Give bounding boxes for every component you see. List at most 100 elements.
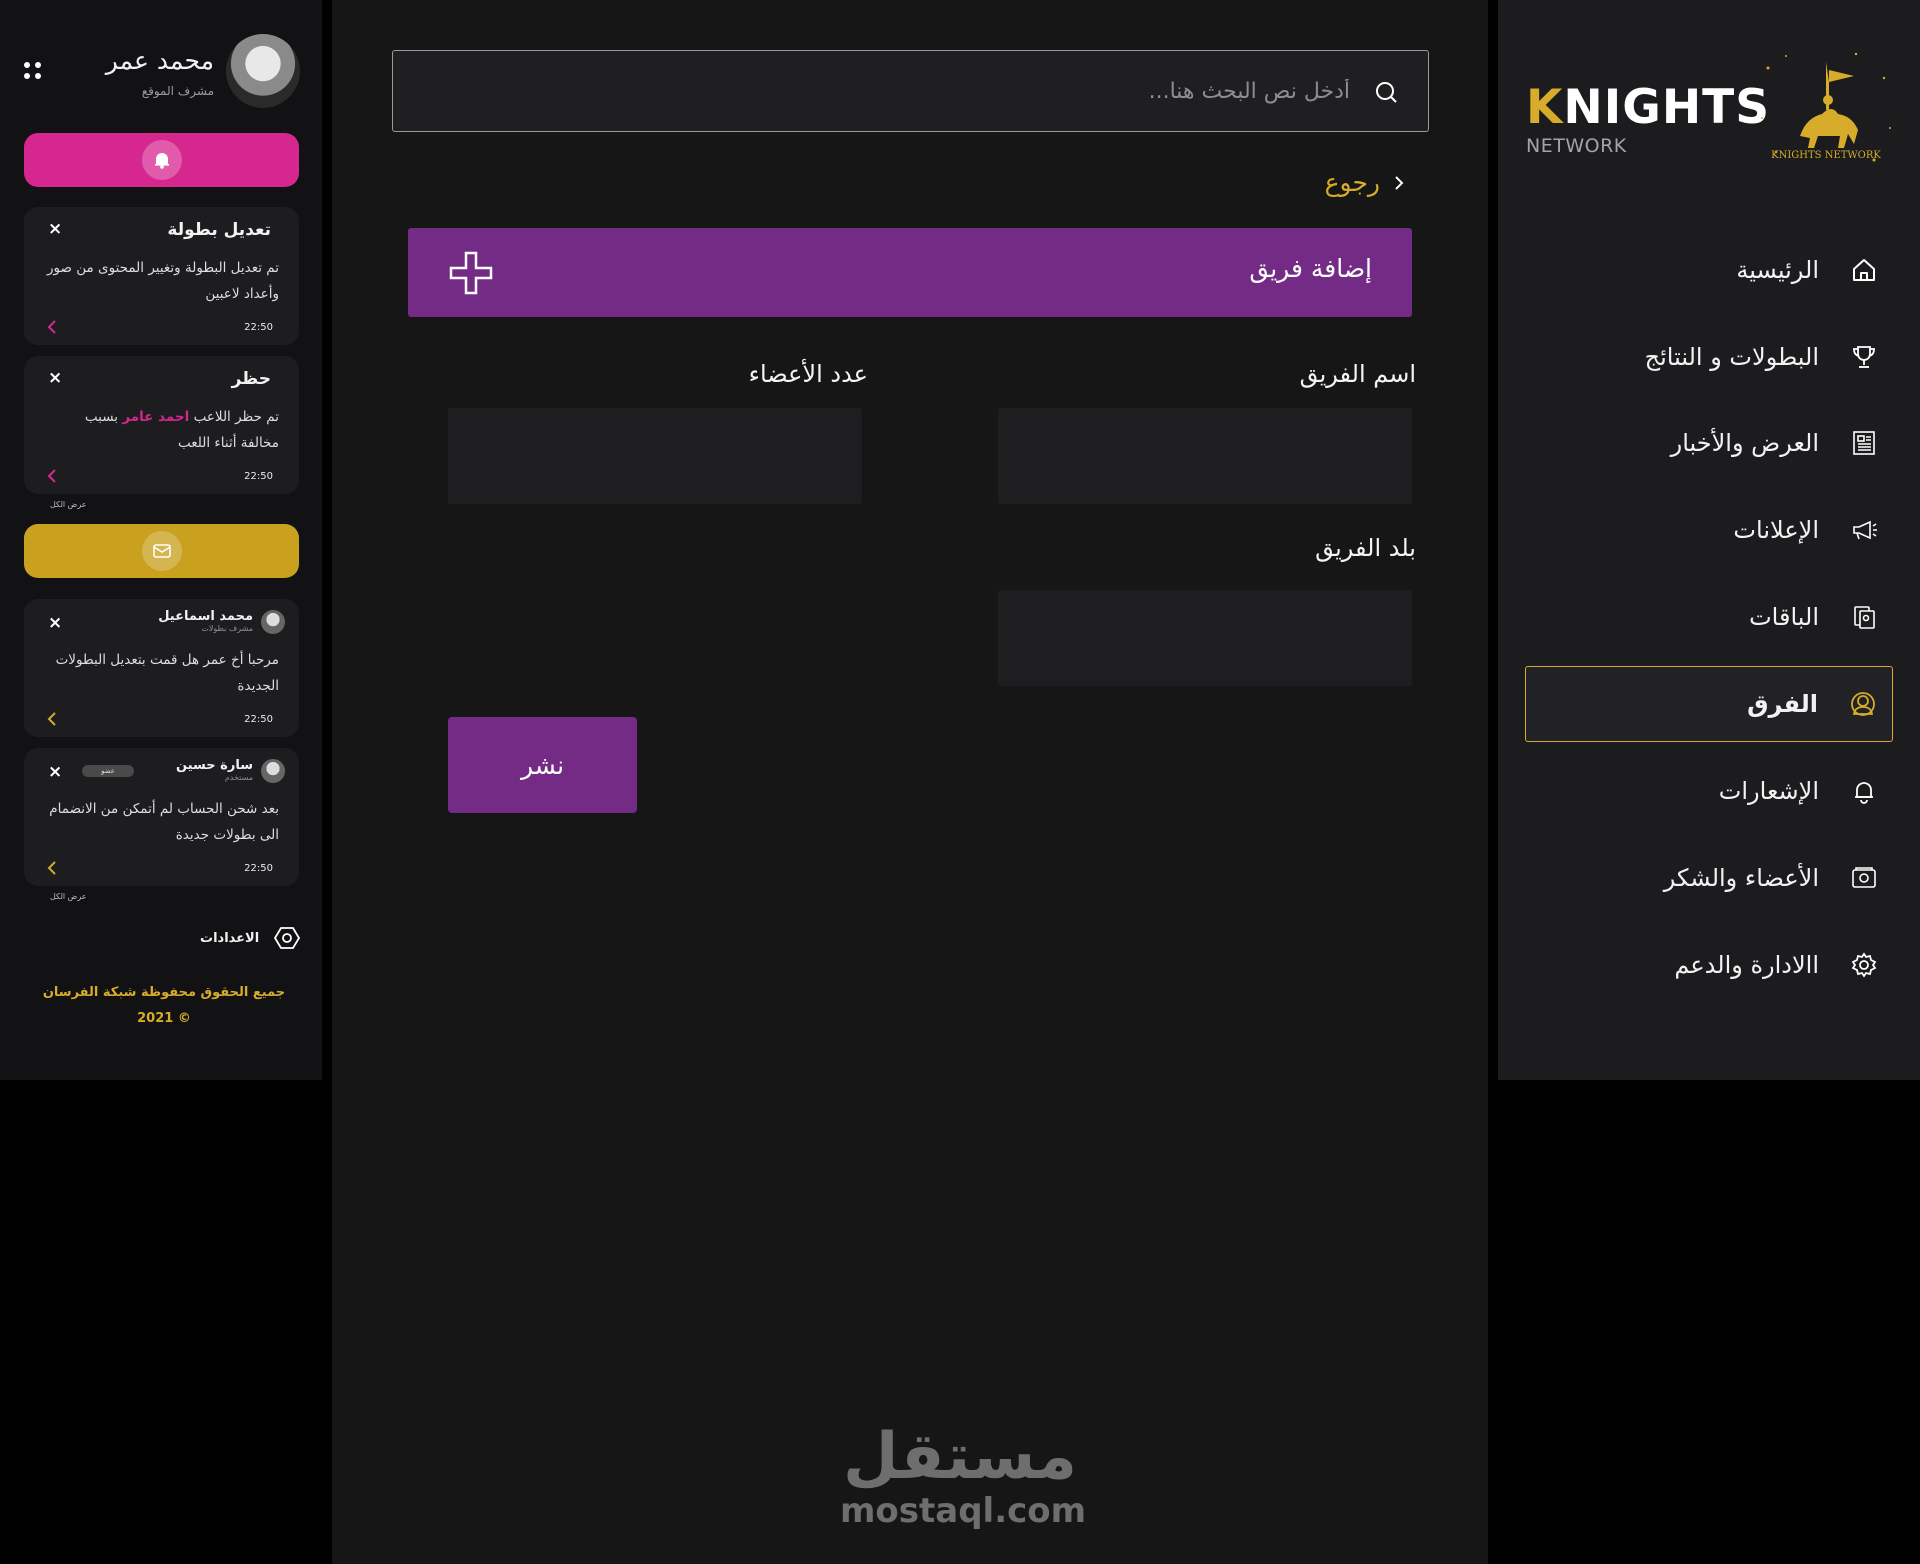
nav-item-teams[interactable]: الفرق <box>1525 666 1893 742</box>
user-role: مشرف الموقع <box>141 84 214 98</box>
right-navigation-panel: KNIGHTS NETWORK KNIGHTS NETWORK الرئيسية… <box>1498 0 1920 1080</box>
notification-time: 22:50 <box>244 471 273 482</box>
copyright-line: جميع الحقوق محفوظة شبكة الفرسان <box>42 985 286 1000</box>
message-time: 22:50 <box>244 714 273 725</box>
trophy-icon <box>1849 342 1879 372</box>
knight-emblem-icon: KNIGHTS NETWORK <box>1761 52 1891 162</box>
notification-time: 22:50 <box>244 322 273 333</box>
nav-item-home[interactable]: الرئيسية <box>1525 232 1893 308</box>
chevron-left-icon[interactable] <box>46 319 58 335</box>
nav-label: البطولات و النتائج <box>1644 343 1819 371</box>
nav-item-admin-support[interactable]: االادارة والدعم <box>1525 927 1893 1003</box>
close-icon[interactable]: × <box>48 219 62 239</box>
close-icon[interactable]: × <box>48 368 62 388</box>
watermark: مستقل mostaql.com <box>840 1420 1086 1531</box>
view-all-messages-link[interactable]: عرض الكل <box>50 892 87 901</box>
nav-item-members[interactable]: الأعضاء والشكر <box>1525 840 1893 916</box>
user-tag-badge: عضو <box>82 765 134 777</box>
notification-title: تعديل بطولة <box>167 220 271 240</box>
brand-logo[interactable]: KNIGHTS NETWORK <box>1526 84 1770 157</box>
nav-label: الرئيسية <box>1736 256 1819 284</box>
copyright: جميع الحقوق محفوظة شبكة الفرسان © 2021 <box>36 980 292 1032</box>
watermark-arabic: مستقل <box>842 1420 1078 1494</box>
home-icon <box>1849 255 1879 285</box>
team-name-label: اسم الفريق <box>1299 360 1416 388</box>
gear-icon <box>1849 950 1879 980</box>
team-country-input[interactable] <box>998 590 1412 686</box>
left-activity-panel: محمد عمر مشرف الموقع تعديل بطولة × تم تع… <box>0 0 322 1080</box>
publish-button[interactable]: نشر <box>448 717 637 813</box>
members-count-input[interactable] <box>448 408 862 504</box>
bell-icon <box>1849 776 1879 806</box>
nav-label: العرض والأخبار <box>1670 429 1819 457</box>
copyright-year: © 2021 <box>137 1011 191 1026</box>
menu-dots-icon[interactable] <box>24 62 42 80</box>
members-icon <box>1849 863 1879 893</box>
user-name: محمد عمر <box>105 46 214 75</box>
sender-avatar <box>261 609 285 634</box>
notifications-button[interactable] <box>24 133 299 187</box>
sender-role: مشرف بطولات <box>201 624 253 633</box>
sender-name: سارة حسين <box>176 758 253 773</box>
notification-card: حظر × تم حظر اللاعب احمد عامر بسبب مخالف… <box>24 356 299 494</box>
banned-player-name[interactable]: احمد عامر <box>122 409 189 425</box>
settings-hexagon-icon <box>274 927 301 949</box>
nav-label: الفرق <box>1747 690 1818 718</box>
message-sender: محمد اسماعيل مشرف بطولات <box>158 609 285 634</box>
package-icon <box>1849 602 1879 632</box>
message-card: سارة حسين مستخدم عضو × بعد شحن الحساب لم… <box>24 748 299 886</box>
nav-label: الإشعارات <box>1718 777 1819 805</box>
add-team-banner: إضافة فريق <box>408 228 1412 317</box>
nav-item-ads[interactable]: الإعلانات <box>1525 492 1893 568</box>
search-icon[interactable] <box>1372 78 1400 106</box>
notification-card: تعديل بطولة × تم تعديل البطولة وتغيير ال… <box>24 207 299 345</box>
svg-text:KNIGHTS NETWORK: KNIGHTS NETWORK <box>1771 150 1881 161</box>
nav-label: الإعلانات <box>1733 516 1819 544</box>
settings-label: الاعدادات <box>200 930 260 946</box>
plus-icon[interactable] <box>448 250 494 296</box>
chevron-left-icon[interactable] <box>46 860 58 876</box>
nav-item-news[interactable]: العرض والأخبار <box>1525 405 1893 481</box>
main-content: رجوع إضافة فريق اسم الفريق عدد الأعضاء ب… <box>332 0 1488 1564</box>
nav-label: الأعضاء والشكر <box>1663 864 1819 892</box>
settings-link[interactable]: الاعدادات <box>200 924 301 952</box>
nav-item-notifications[interactable]: الإشعارات <box>1525 753 1893 829</box>
message-time: 22:50 <box>244 863 273 874</box>
messages-button[interactable] <box>24 524 299 578</box>
back-link[interactable]: رجوع <box>1325 168 1406 197</box>
nav-item-tournaments[interactable]: البطولات و النتائج <box>1525 319 1893 395</box>
chevron-left-icon[interactable] <box>46 711 58 727</box>
team-icon <box>1848 689 1878 719</box>
nav-label: االادارة والدعم <box>1674 951 1819 979</box>
team-name-input[interactable] <box>998 408 1412 504</box>
message-card: محمد اسماعيل مشرف بطولات × مرحبا أخ عمر … <box>24 599 299 737</box>
members-count-label: عدد الأعضاء <box>748 360 868 388</box>
sender-avatar <box>261 758 285 783</box>
search-bar[interactable] <box>392 50 1429 132</box>
search-input[interactable] <box>470 51 1350 131</box>
sender-role: مستخدم <box>224 773 253 782</box>
back-label: رجوع <box>1324 168 1380 197</box>
sender-name: محمد اسماعيل <box>158 609 253 624</box>
brand-subtitle: NETWORK <box>1526 135 1627 157</box>
nav-item-packages[interactable]: الباقات <box>1525 579 1893 655</box>
message-sender: سارة حسين مستخدم <box>176 758 285 783</box>
message-body: بعد شحن الحساب لم أتمكن من الانضمام الى … <box>49 801 279 843</box>
page-title: إضافة فريق <box>1249 254 1372 283</box>
envelope-icon <box>141 531 182 571</box>
newspaper-icon <box>1849 428 1879 458</box>
notification-title: حظر <box>231 369 271 389</box>
avatar[interactable] <box>226 34 300 108</box>
team-country-label: بلد الفريق <box>1315 534 1416 562</box>
bell-icon <box>141 140 182 180</box>
megaphone-icon <box>1849 515 1879 545</box>
chevron-left-icon[interactable] <box>46 468 58 484</box>
view-all-notifications-link[interactable]: عرض الكل <box>50 500 87 509</box>
chevron-right-icon <box>1395 175 1404 190</box>
close-icon[interactable]: × <box>48 762 62 782</box>
nav-label: الباقات <box>1749 603 1819 631</box>
message-body: مرحبا أخ عمر هل قمت بتعديل البطولات الجد… <box>55 652 279 694</box>
close-icon[interactable]: × <box>48 613 62 633</box>
notification-body: تم تعديل البطولة وتغيير المحتوى من صور و… <box>46 260 279 302</box>
notification-body: تم حظر اللاعب احمد عامر بسبب مخالفة أثنا… <box>84 409 279 451</box>
